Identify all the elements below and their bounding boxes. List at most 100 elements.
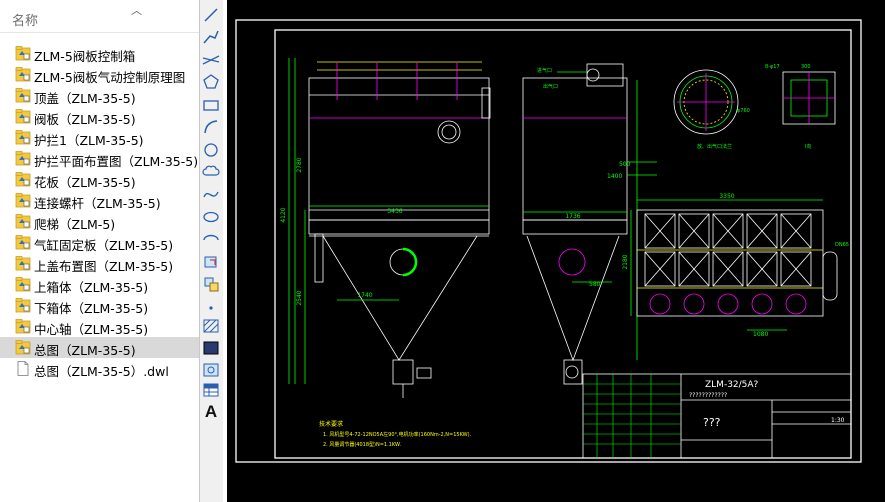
- dwg-file-icon: [15, 130, 31, 145]
- file-list-item[interactable]: 上箱体（ZLM-35-5): [0, 274, 199, 295]
- file-name: 上箱体（ZLM-35-5): [34, 280, 149, 295]
- dwg-file-icon: [15, 109, 31, 124]
- flange-detail: [673, 69, 739, 135]
- drawing-canvas[interactable]: 3436 1740 4120 2780 2540 1736 1400 500 5…: [227, 0, 885, 502]
- line-tool-icon[interactable]: [201, 5, 221, 25]
- direction-detail-label: Ⅰ向: [805, 143, 811, 150]
- file-list-header: 名称 ︿: [0, 0, 199, 33]
- file-list-item[interactable]: 总图（ZLM-35-5): [0, 337, 199, 358]
- sort-chevron-up-icon[interactable]: ︿: [131, 2, 142, 18]
- name-column-header[interactable]: 名称: [12, 10, 38, 29]
- insert-block-tool-icon[interactable]: [201, 252, 221, 272]
- file-name: 花板（ZLM-35-5): [34, 175, 136, 190]
- dim-3350-label: 3350: [719, 193, 734, 200]
- cad-drawing: 3436 1740 4120 2780 2540 1736 1400 500 5…: [235, 19, 862, 463]
- dim-2780-label: 2780: [296, 157, 303, 172]
- inlet-label: 进气口: [537, 67, 552, 74]
- note-1: 1. 风机型号4-72-12NO5A左90°,电机功率(160Nm-2,N=15…: [323, 431, 472, 438]
- generic-file-icon: [15, 361, 31, 376]
- construction-line-tool-icon[interactable]: [201, 50, 221, 70]
- rectangle-tool-icon[interactable]: [201, 95, 221, 115]
- file-name: 中心轴（ZLM-35-5): [34, 322, 149, 337]
- file-name: 总图（ZLM-35-5）.dwl: [34, 364, 169, 379]
- dim-3436-label: 3436: [387, 208, 402, 215]
- front-view: [288, 58, 491, 398]
- dim-2540-label: 2540: [296, 290, 303, 305]
- file-list-item[interactable]: 护拦平面布置图（ZLM-35-5): [0, 148, 199, 169]
- title-center: ???: [703, 416, 721, 429]
- table-tool-icon[interactable]: [201, 380, 221, 400]
- dn65-label: DN65: [835, 242, 849, 248]
- phi-label: φ760: [737, 108, 750, 114]
- dim-1400-label: 1400: [607, 173, 622, 180]
- direction-detail: [782, 71, 836, 125]
- file-list-item[interactable]: 护拦1（ZLM-35-5): [0, 127, 199, 148]
- dwg-file-icon: [15, 88, 31, 103]
- file-name: ZLM-5阀板气动控制原理图: [34, 70, 186, 85]
- point-tool-icon[interactable]: [201, 296, 221, 316]
- arc-tool-icon[interactable]: [201, 117, 221, 137]
- ellipse-tool-icon[interactable]: [201, 207, 221, 227]
- file-name: 护拦1（ZLM-35-5): [34, 133, 144, 148]
- file-name: 气缸固定板（ZLM-35-5): [34, 238, 174, 253]
- make-block-tool-icon[interactable]: [201, 274, 221, 294]
- file-list-item[interactable]: 总图（ZLM-35-5）.dwl: [0, 358, 199, 379]
- file-name: 上盖布置图（ZLM-35-5): [34, 259, 174, 274]
- dim-1740-label: 1740: [357, 292, 372, 299]
- flange-detail-label: 放、出气口法兰: [697, 143, 732, 150]
- dim-580-label: 580: [589, 281, 601, 288]
- dwg-file-icon: [15, 256, 31, 271]
- file-list-item[interactable]: 上盖布置图（ZLM-35-5): [0, 253, 199, 274]
- file-list-item[interactable]: 连接螺杆（ZLM-35-5): [0, 190, 199, 211]
- dwg-file-icon: [15, 319, 31, 334]
- dwg-file-icon: [15, 298, 31, 313]
- dwg-file-icon: [15, 67, 31, 82]
- file-name: 护拦平面布置图（ZLM-35-5): [34, 154, 199, 169]
- file-name: 连接螺杆（ZLM-35-5): [34, 196, 161, 211]
- draw-toolbar: A: [200, 0, 223, 502]
- dim-4120-label: 4120: [280, 207, 287, 222]
- file-list-panel: 名称 ︿ ZLM-5阀板控制箱 ZLM-5阀板气动控制原理图 顶盖（ZLM-35-5…: [0, 0, 199, 502]
- hatch-tool-icon[interactable]: [201, 316, 221, 336]
- dim-2180-label: 2180: [622, 254, 629, 269]
- file-list-item[interactable]: ZLM-5阀板气动控制原理图: [0, 64, 199, 85]
- dim-1736-label: 1736: [565, 213, 580, 220]
- file-list-item[interactable]: 中心轴（ZLM-35-5): [0, 316, 199, 337]
- title-sub: ????????????: [689, 392, 727, 399]
- outlet-label: 出气口: [543, 83, 558, 90]
- polyline-tool-icon[interactable]: [201, 27, 221, 47]
- region-tool-icon[interactable]: [201, 360, 221, 380]
- sheet-inner-border: [274, 29, 852, 459]
- revision-cloud-tool-icon[interactable]: [201, 162, 221, 182]
- dwg-file-icon: [15, 46, 31, 61]
- dim-500-label: 500: [619, 161, 631, 168]
- dim-1080-label: 1080: [753, 331, 768, 338]
- file-name: 下箱体（ZLM-35-5): [34, 301, 149, 316]
- gradient-tool-icon[interactable]: [201, 338, 221, 358]
- file-name: ZLM-5阀板控制箱: [34, 49, 136, 64]
- file-list-item[interactable]: 气缸固定板（ZLM-35-5): [0, 232, 199, 253]
- circle-tool-icon[interactable]: [201, 140, 221, 160]
- multiline-text-tool-icon[interactable]: A: [201, 402, 221, 422]
- dwg-file-icon: [15, 214, 31, 229]
- bolt-dim-label: 8-φ17: [765, 64, 780, 70]
- file-list-item[interactable]: 顶盖（ZLM-35-5): [0, 85, 199, 106]
- dwg-file-icon: [15, 235, 31, 250]
- ellipse-arc-tool-icon[interactable]: [201, 230, 221, 250]
- file-list: ZLM-5阀板控制箱 ZLM-5阀板气动控制原理图 顶盖（ZLM-35-5) 阀板（Z…: [0, 43, 199, 379]
- file-list-item[interactable]: 下箱体（ZLM-35-5): [0, 295, 199, 316]
- dwg-file-icon: [15, 172, 31, 187]
- note-2: 2. 风量调节器(4018型)N=1.1KW.: [323, 441, 401, 448]
- file-list-item[interactable]: 爬梯（ZLM-5): [0, 211, 199, 232]
- title-main: ZLM-32/5A?: [705, 380, 759, 390]
- spline-tool-icon[interactable]: [201, 185, 221, 205]
- polygon-tool-icon[interactable]: [201, 72, 221, 92]
- file-list-item[interactable]: ZLM-5阀板控制箱: [0, 43, 199, 64]
- text-tool-glyph: A: [204, 402, 218, 421]
- file-name: 阀板（ZLM-35-5): [34, 112, 136, 127]
- file-list-item[interactable]: 花板（ZLM-35-5): [0, 169, 199, 190]
- file-name: 顶盖（ZLM-35-5): [34, 91, 136, 106]
- file-list-item[interactable]: 阀板（ZLM-35-5): [0, 106, 199, 127]
- file-name: 总图（ZLM-35-5): [34, 343, 136, 358]
- dwg-file-icon: [15, 277, 31, 292]
